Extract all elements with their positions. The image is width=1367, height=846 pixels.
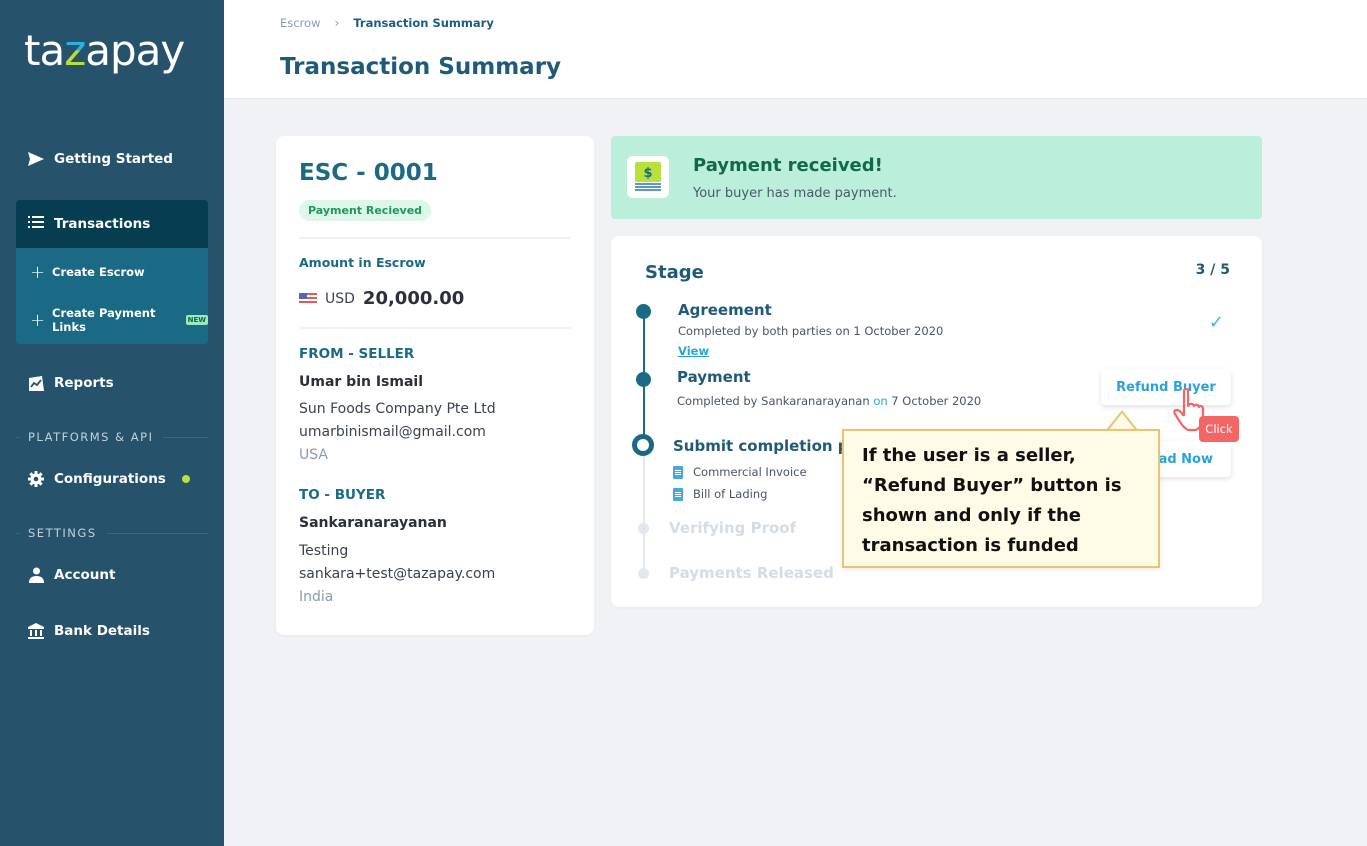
doc-bill-of-lading[interactable]: Bill of Lading	[673, 487, 767, 501]
seller-company: Sun Foods Company Pte Ltd	[299, 401, 496, 417]
sidebar-item-configurations[interactable]: Configurations	[28, 471, 190, 487]
step-payment-title: Payment	[677, 368, 751, 386]
divider	[299, 237, 571, 239]
sidebar-item-reports[interactable]: Reports	[28, 375, 114, 391]
stage-progress: 3 / 5	[1195, 262, 1230, 278]
annotation-arrow	[1106, 410, 1138, 431]
desc-on: on	[873, 394, 888, 408]
breadcrumb: Escrow › Transaction Summary	[280, 16, 494, 30]
bank-icon	[28, 623, 44, 639]
sidebar-item-label: Create Payment Links	[52, 306, 156, 334]
buyer-email: sankara+test@tazapay.com	[299, 566, 496, 582]
stage-title: Stage	[645, 262, 704, 283]
section-label: SETTINGS	[28, 526, 97, 540]
plus-icon: +	[30, 261, 46, 283]
view-agreement-link[interactable]: View	[678, 344, 709, 358]
desc-text: Completed by Sankaranarayanan	[677, 394, 874, 408]
sidebar-item-bank-details[interactable]: Bank Details	[28, 623, 150, 639]
step-submit-proof-title: Submit completion pro	[673, 437, 867, 455]
currency-code: USD	[325, 290, 355, 307]
document-icon	[673, 487, 683, 501]
seller-email: umarbinismail@gmail.com	[299, 424, 486, 440]
step-dot-pending	[638, 568, 649, 579]
step-verifying-proof-title: Verifying Proof	[669, 519, 797, 537]
us-flag-icon	[299, 292, 317, 305]
step-payment-desc: Completed by Sankaranarayanan on 7 Octob…	[677, 394, 981, 408]
seller-country: USA	[299, 447, 328, 463]
section-settings: SETTINGS	[16, 526, 208, 540]
new-badge: NEW	[185, 315, 208, 325]
sidebar-item-label: Transactions	[54, 216, 151, 232]
buyer-company: Testing	[299, 543, 349, 559]
chart-icon	[28, 375, 44, 391]
section-platforms-api: PLATFORMS & API	[16, 430, 208, 444]
amount-value: 20,000.00	[362, 288, 465, 309]
sidebar-item-create-payment-links[interactable]: + Create Payment Links NEW	[16, 296, 208, 344]
svg-text:$: $	[643, 166, 652, 181]
buyer-country: India	[299, 589, 334, 605]
sidebar-item-label: Getting Started	[54, 151, 173, 167]
seller-heading: FROM - SELLER	[299, 346, 415, 362]
status-badge: Payment Recieved	[299, 200, 432, 221]
annotation-callout: If the user is a seller, “Refund Buyer” …	[842, 429, 1160, 568]
seller-name: Umar bin Ismail	[299, 374, 424, 390]
page-title: Transaction Summary	[280, 54, 562, 80]
sidebar-item-label: Account	[54, 567, 116, 583]
desc-date: 7 October 2020	[887, 394, 982, 408]
plus-icon: +	[30, 309, 46, 331]
user-icon	[28, 567, 44, 583]
breadcrumb-current: Transaction Summary	[353, 16, 494, 30]
sidebar-item-account[interactable]: Account	[28, 567, 115, 583]
sidebar-item-label: Configurations	[54, 471, 166, 487]
sidebar-item-getting-started[interactable]: Getting Started	[28, 151, 173, 167]
section-divider	[163, 436, 208, 438]
doc-label: Commercial Invoice	[693, 465, 807, 479]
click-tag: Click	[1199, 416, 1239, 442]
amount-row: USD 20,000.00	[299, 288, 464, 309]
buyer-heading: TO - BUYER	[299, 487, 386, 503]
sidebar-item-transactions[interactable]: Transactions	[16, 200, 208, 248]
logo-text-end: apay	[85, 26, 185, 75]
step-dot-current	[632, 434, 654, 456]
step-dot-done	[636, 304, 651, 319]
divider	[299, 327, 571, 329]
logo-text-start: ta	[24, 26, 65, 75]
buyer-name: Sankaranarayanan	[299, 515, 447, 531]
chevron-right-icon: ›	[334, 16, 340, 30]
step-agreement-desc: Completed by both parties on 1 October 2…	[678, 324, 944, 338]
doc-label: Bill of Lading	[693, 487, 768, 501]
logo-text-z: z	[64, 26, 86, 75]
step-agreement-title: Agreement	[678, 301, 772, 319]
refund-buyer-button[interactable]: Refund Buyer	[1101, 369, 1231, 405]
doc-commercial-invoice[interactable]: Commercial Invoice	[673, 465, 807, 479]
transactions-group: Transactions + Create Escrow + Create Pa…	[16, 200, 208, 344]
page-header: Escrow › Transaction Summary Transaction…	[224, 0, 1367, 99]
section-label: PLATFORMS & API	[28, 430, 154, 444]
sidebar-item-label: Reports	[54, 375, 114, 391]
timeline-line-pending	[643, 454, 645, 574]
money-stack-icon: $	[627, 156, 669, 198]
step-dot-done	[636, 372, 651, 387]
step-payments-released-title: Payments Released	[669, 564, 834, 582]
document-icon	[673, 465, 683, 479]
send-icon	[28, 151, 44, 167]
sidebar-item-create-escrow[interactable]: + Create Escrow	[16, 248, 208, 296]
sidebar-item-label: Bank Details	[54, 623, 150, 639]
escrow-summary-card: ESC - 0001 Payment Recieved Amount in Es…	[276, 136, 594, 635]
list-icon	[28, 216, 44, 232]
escrow-id: ESC - 0001	[299, 160, 438, 186]
amount-label: Amount in Escrow	[299, 255, 426, 270]
section-divider	[106, 532, 208, 534]
step-dot-pending	[638, 523, 649, 534]
sidebar-item-label: Create Escrow	[52, 265, 145, 279]
check-icon: ✓	[1208, 312, 1224, 333]
sidebar: tazapay Getting Started Transactions + C…	[0, 0, 224, 846]
gear-icon	[28, 471, 44, 487]
tazapay-logo[interactable]: tazapay	[24, 26, 185, 76]
banner-subtitle: Your buyer has made payment.	[693, 186, 897, 201]
payment-received-banner: $ Payment received! Your buyer has made …	[611, 136, 1262, 219]
banner-title: Payment received!	[693, 155, 883, 176]
breadcrumb-escrow[interactable]: Escrow	[280, 16, 321, 30]
status-dot	[181, 475, 190, 483]
